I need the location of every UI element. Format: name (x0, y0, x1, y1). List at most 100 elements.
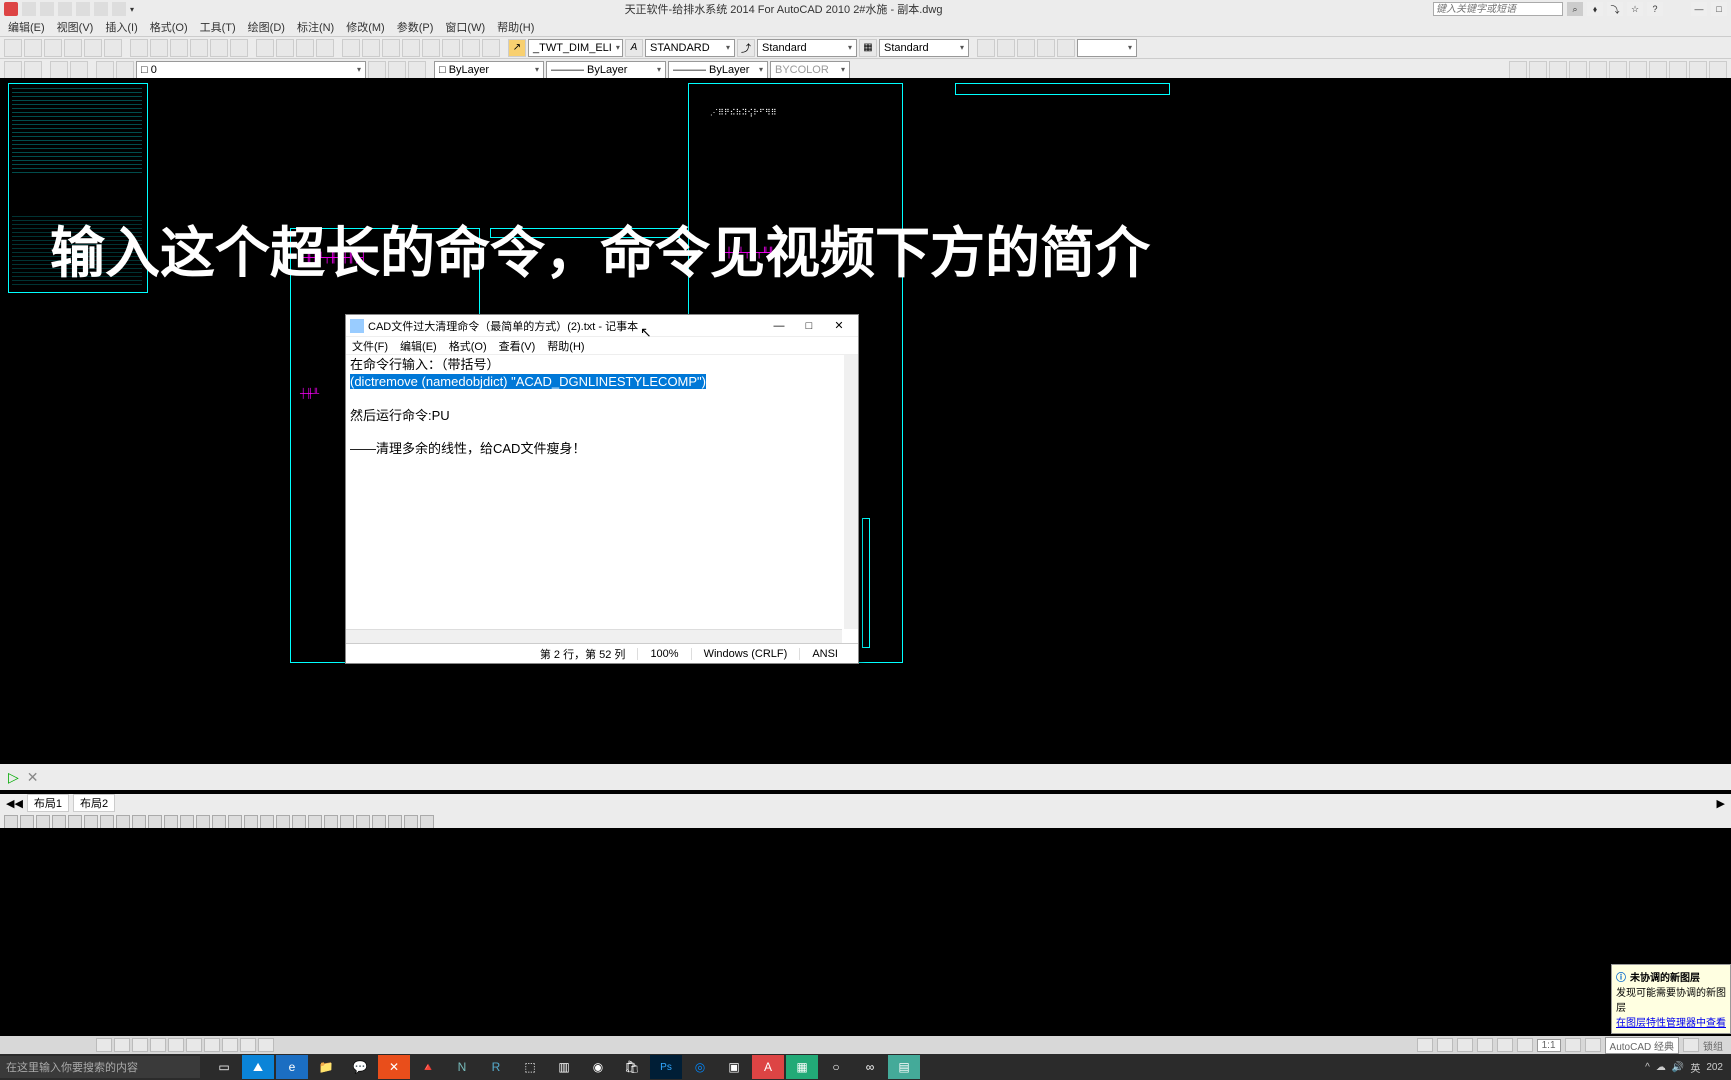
chrome-icon[interactable]: ◉ (582, 1055, 614, 1079)
dimstyle-dropdown[interactable]: _TWT_DIM_ELI (528, 39, 623, 57)
revit-icon[interactable]: R (480, 1055, 512, 1079)
tool-icon[interactable] (402, 39, 420, 57)
taskbar-app-icon[interactable]: ⛰ (242, 1055, 274, 1079)
ime-indicator[interactable]: 英 (1690, 1060, 1700, 1075)
vlc-icon[interactable]: 🔺 (412, 1055, 444, 1079)
tool-icon[interactable] (1589, 61, 1607, 79)
tool-icon[interactable] (24, 61, 42, 79)
app-icon[interactable]: ∞ (854, 1055, 886, 1079)
tool-icon[interactable] (148, 815, 162, 829)
status-icon[interactable] (1585, 1038, 1601, 1052)
status-icon[interactable] (1437, 1038, 1453, 1052)
viewport-icon[interactable] (1037, 39, 1055, 57)
notepad-menu-view[interactable]: 查看(V) (499, 338, 536, 354)
qat-new-icon[interactable] (22, 2, 36, 16)
tool-icon[interactable] (1669, 61, 1687, 79)
command-input-bar[interactable]: ▷ ✕ (0, 764, 1731, 790)
tool-icon[interactable] (372, 815, 386, 829)
tool-icon[interactable] (324, 815, 338, 829)
tool-icon[interactable] (104, 39, 122, 57)
menu-help[interactable]: 帮助(H) (497, 19, 534, 35)
status-icon[interactable] (1565, 1038, 1581, 1052)
explorer-icon[interactable]: 📁 (310, 1055, 342, 1079)
tool-icon[interactable] (4, 815, 18, 829)
help-search-input[interactable] (1433, 2, 1563, 16)
notepad-menu-format[interactable]: 格式(O) (449, 338, 487, 354)
navisworks-icon[interactable]: N (446, 1055, 478, 1079)
tool-icon[interactable] (52, 815, 66, 829)
tab-layout2[interactable]: 布局2 (73, 794, 115, 812)
tool-icon[interactable] (170, 39, 188, 57)
workspace-dropdown[interactable]: AutoCAD 经典 (1605, 1037, 1679, 1054)
tool-icon[interactable] (68, 815, 82, 829)
tab-nav-left-icon[interactable]: ◀◀ (6, 797, 23, 810)
volume-icon[interactable]: 🔊 (1672, 1062, 1684, 1073)
tool-icon[interactable] (116, 815, 130, 829)
annotation-scale[interactable]: 1:1 (1537, 1039, 1561, 1052)
tool-icon[interactable] (1549, 61, 1567, 79)
notify-link[interactable]: 在图层特性管理器中查看 (1616, 1014, 1726, 1029)
tool-icon[interactable] (422, 39, 440, 57)
viewport-scale-dropdown[interactable] (1077, 39, 1137, 57)
qat-undo-icon[interactable] (76, 2, 90, 16)
menu-view[interactable]: 视图(V) (57, 19, 94, 35)
tool-icon[interactable] (1569, 61, 1587, 79)
tablestyle-dropdown[interactable]: Standard (879, 39, 969, 57)
multileader-icon[interactable]: ⤴ (737, 39, 755, 57)
lwt-toggle[interactable] (240, 1038, 256, 1052)
autocad-icon[interactable]: A (752, 1055, 784, 1079)
menu-insert[interactable]: 插入(I) (105, 19, 137, 35)
notepad-menu-help[interactable]: 帮助(H) (547, 338, 584, 354)
notepad-minimize-button[interactable]: — (764, 316, 794, 336)
tool-icon[interactable] (442, 39, 460, 57)
qat-redo-icon[interactable] (94, 2, 108, 16)
tool-icon[interactable] (1689, 61, 1707, 79)
layer-states-icon[interactable] (116, 61, 134, 79)
tab-layout1[interactable]: 布局1 (27, 794, 69, 812)
notepad-maximize-button[interactable]: □ (794, 316, 824, 336)
qat-open-icon[interactable] (40, 2, 54, 16)
color-dropdown[interactable]: □ ByLayer (434, 61, 544, 79)
app-icon[interactable]: ○ (820, 1055, 852, 1079)
tool-icon[interactable] (36, 815, 50, 829)
grid-toggle[interactable] (114, 1038, 130, 1052)
tool-icon[interactable] (4, 61, 22, 79)
tool-icon[interactable] (180, 815, 194, 829)
osnap-toggle[interactable] (168, 1038, 184, 1052)
tool-icon[interactable] (308, 815, 322, 829)
xref-icon[interactable] (1509, 61, 1527, 79)
tool-icon[interactable] (1649, 61, 1667, 79)
layer-properties-icon[interactable] (96, 61, 114, 79)
tablestyle-icon[interactable]: ▦ (859, 39, 877, 57)
tool-icon[interactable] (212, 815, 226, 829)
tool-icon[interactable] (1709, 61, 1727, 79)
tool-icon[interactable] (84, 39, 102, 57)
tool-icon[interactable] (340, 815, 354, 829)
tool-icon[interactable] (260, 815, 274, 829)
tool-icon[interactable] (388, 815, 402, 829)
qat-print-icon[interactable] (112, 2, 126, 16)
tool-icon[interactable] (1609, 61, 1627, 79)
tool-icon[interactable] (1629, 61, 1647, 79)
menu-modify[interactable]: 修改(M) (346, 19, 385, 35)
tool-icon[interactable] (132, 815, 146, 829)
tab-nav-right-icon[interactable]: ▶ (1717, 797, 1725, 810)
zoom-window-icon[interactable] (276, 39, 294, 57)
photoshop-icon[interactable]: Ps (650, 1055, 682, 1079)
tool-icon[interactable] (44, 39, 62, 57)
tool-icon[interactable] (70, 61, 88, 79)
notepad-menu-file[interactable]: 文件(F) (352, 338, 388, 354)
exchange-icon[interactable]: ⤵ (1607, 2, 1623, 16)
tool-icon[interactable] (244, 815, 258, 829)
tool-icon[interactable] (100, 815, 114, 829)
tool-icon[interactable] (20, 815, 34, 829)
notepad-content[interactable]: 在命令行输入：（带括号） (dictremove (namedobjdict) … (346, 355, 858, 460)
textstyle-dropdown[interactable]: STANDARD (645, 39, 735, 57)
status-icon[interactable] (1477, 1038, 1493, 1052)
onedrive-icon[interactable]: ☁ (1656, 1062, 1666, 1073)
taskbar-search-input[interactable]: 在这里输入你要搜索的内容 (0, 1056, 200, 1078)
linetype-dropdown[interactable]: ——— ByLayer (546, 61, 666, 79)
pin-label[interactable]: 锁组 (1703, 1038, 1723, 1053)
tool-icon[interactable] (210, 39, 228, 57)
app-icon[interactable]: ◎ (684, 1055, 716, 1079)
